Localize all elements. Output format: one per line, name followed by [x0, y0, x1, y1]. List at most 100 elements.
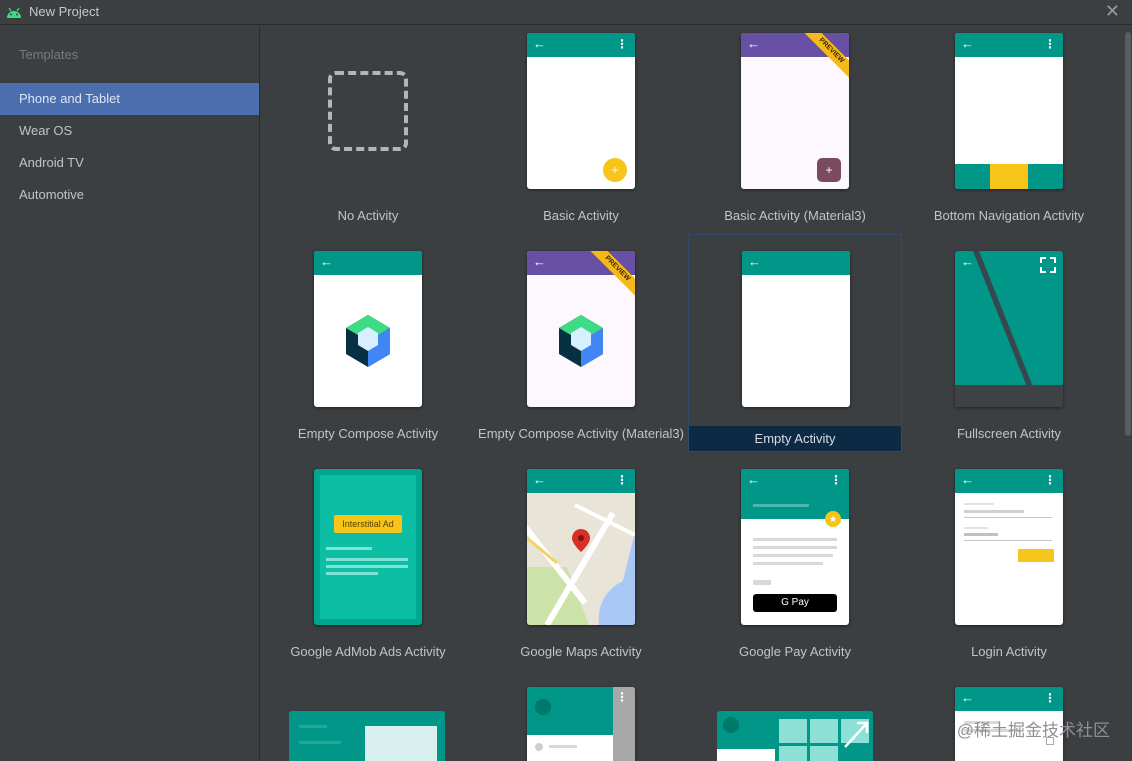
avatar — [723, 717, 739, 733]
template-row4-3[interactable] — [688, 680, 902, 761]
template-row4-1[interactable] — [261, 680, 475, 761]
template-fullscreen-activity[interactable]: ← Fullscreen Activity — [902, 244, 1116, 462]
app-bar: ← ⋮ — [955, 687, 1063, 711]
title-bar: New Project ✕ — [0, 0, 1132, 25]
window-title: New Project — [29, 4, 100, 19]
back-arrow-icon: ← — [747, 36, 760, 51]
text-line — [299, 725, 327, 728]
jetpack-compose-logo-icon — [559, 315, 603, 367]
fab-icon: + — [817, 158, 841, 182]
text-line — [549, 745, 577, 748]
app-bar: ← — [742, 251, 850, 275]
system-navigation-bar — [955, 385, 1063, 407]
tablet-preview — [717, 711, 873, 761]
template-grid: No Activity ← ⋮ + Basic Activity ← ⋮ PRE… — [261, 26, 1132, 761]
grid-tile — [779, 746, 807, 761]
grid-tile — [779, 719, 807, 743]
avatar — [535, 699, 551, 715]
back-arrow-icon: ← — [961, 254, 974, 269]
phone-preview: ← ⋮ PREVIEW + — [741, 33, 849, 189]
close-icon[interactable]: ✕ — [1105, 2, 1120, 20]
phone-preview: ← — [314, 251, 422, 407]
sidebar-item-android-tv[interactable]: Android TV — [0, 147, 259, 179]
scrollbar-thumb[interactable] — [1125, 32, 1131, 436]
ad-text-line — [326, 547, 372, 550]
template-label: Basic Activity — [543, 208, 619, 223]
template-login-activity[interactable]: ← ⋮ Login Activity — [902, 462, 1116, 680]
back-arrow-icon: ← — [748, 254, 761, 269]
phone-preview: ← — [955, 251, 1063, 407]
template-google-admob-ads-activity[interactable]: Interstitial Ad Google AdMob Ads Activit… — [261, 462, 475, 680]
template-no-activity[interactable]: No Activity — [261, 26, 475, 244]
bottom-navigation-bar — [955, 164, 1063, 189]
template-label: Google Pay Activity — [739, 644, 851, 659]
sidebar-item-automotive[interactable]: Automotive — [0, 179, 259, 211]
overflow-menu-icon: ⋮ — [830, 473, 842, 487]
template-label: Bottom Navigation Activity — [933, 208, 1085, 223]
template-label: Empty Activity — [689, 426, 901, 451]
template-label: Fullscreen Activity — [956, 426, 1062, 441]
phone-preview: ← ⋮ + — [527, 33, 635, 189]
interstitial-ad-panel: Interstitial Ad — [320, 475, 416, 619]
template-empty-compose-activity[interactable]: ← Empty Compose Activity — [261, 244, 475, 462]
phone-preview: ← — [742, 251, 850, 407]
ad-text-line — [326, 558, 408, 561]
grid-tile — [810, 719, 838, 743]
sidebar-item-wear-os[interactable]: Wear OS — [0, 115, 259, 147]
template-label: Empty Compose Activity — [297, 426, 439, 441]
text-line — [753, 554, 833, 557]
text-line — [753, 562, 823, 565]
template-category-sidebar: Templates Phone and Tablet Wear OS Andro… — [0, 26, 260, 761]
phone-preview: ← ⋮ ★ G Pay — [741, 469, 849, 625]
template-label: Empty Compose Activity (Material3) — [478, 426, 684, 441]
overflow-menu-icon: ⋮ — [616, 37, 628, 51]
bottom-nav-selected-tab — [990, 164, 1028, 189]
list-bullet — [535, 743, 543, 751]
app-bar: ← — [314, 251, 422, 275]
diagonal-divider — [973, 251, 1041, 407]
template-empty-activity[interactable]: ← Empty Activity — [688, 234, 902, 452]
field-underline — [964, 517, 1052, 518]
phone-preview: ← ⋮ — [955, 33, 1063, 189]
password-field-line — [964, 533, 998, 536]
interstitial-ad-button: Interstitial Ad — [334, 515, 402, 533]
jetpack-compose-logo-icon — [346, 315, 390, 367]
expand-arrow-icon — [844, 721, 869, 748]
fab-icon: + — [603, 158, 627, 182]
grid-scrollbar[interactable] — [1124, 26, 1132, 761]
empty-placeholder-icon — [328, 71, 408, 151]
list-pane — [717, 749, 775, 761]
template-label: Login Activity — [971, 644, 1047, 659]
overflow-menu-icon: ⋮ — [1044, 473, 1056, 487]
back-arrow-icon: ← — [320, 254, 333, 269]
phone-preview: ⋮ — [527, 687, 635, 761]
app-bar: ← ⋮ — [955, 469, 1063, 493]
template-google-maps-activity[interactable]: ← ⋮ Google Maps Activity — [474, 462, 688, 680]
template-basic-activity[interactable]: ← ⋮ + Basic Activity — [474, 26, 688, 244]
android-logo-icon — [7, 7, 21, 18]
tablet-preview — [289, 711, 445, 761]
ad-text-line — [326, 565, 408, 568]
template-basic-activity-material3[interactable]: ← ⋮ PREVIEW + Basic Activity (Material3) — [688, 26, 902, 244]
template-empty-compose-activity-material3[interactable]: ← PREVIEW Empty Compose Activity (Materi… — [474, 244, 688, 462]
watermark-text: @稀土掘金技术社区 — [956, 721, 1110, 740]
sidebar-item-phone-and-tablet[interactable]: Phone and Tablet — [0, 83, 259, 115]
sidebar-heading: Templates — [19, 47, 79, 62]
template-google-pay-activity[interactable]: ← ⋮ ★ G Pay Google Pay Activity — [688, 462, 902, 680]
template-label: Google Maps Activity — [520, 644, 642, 659]
back-arrow-icon: ← — [961, 690, 974, 705]
detail-pane — [365, 726, 437, 761]
field-label — [964, 527, 988, 529]
back-arrow-icon: ← — [533, 36, 546, 51]
fullscreen-icon — [1040, 257, 1056, 273]
phone-preview: ← PREVIEW — [527, 251, 635, 407]
template-bottom-navigation-activity[interactable]: ← ⋮ Bottom Navigation Activity — [902, 26, 1116, 244]
star-icon: ★ — [825, 511, 841, 527]
text-line — [753, 538, 837, 541]
template-row4-2[interactable]: ⋮ — [474, 680, 688, 761]
template-label: No Activity — [337, 208, 399, 223]
back-arrow-icon: ← — [961, 36, 974, 51]
ad-text-line — [326, 572, 378, 575]
phone-preview: ← ⋮ — [955, 469, 1063, 625]
header-text-line — [753, 504, 809, 507]
